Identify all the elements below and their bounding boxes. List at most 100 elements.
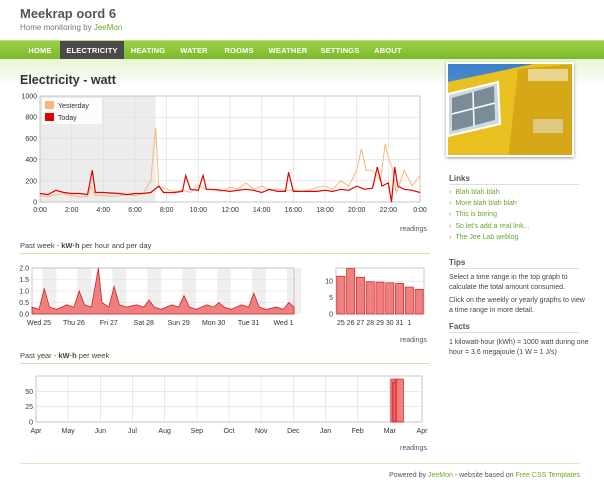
bar [356, 276, 365, 315]
week-heading-pre: Past week - [20, 241, 62, 250]
year-heading-pre: Past year - [20, 351, 59, 360]
footer: Powered by JeeMon - website based on Fre… [389, 472, 580, 479]
legend-label-yesterday: Yesterday [58, 103, 89, 110]
y-tick-label: 1.5 [19, 277, 29, 284]
nav-about[interactable]: ABOUT [366, 41, 410, 60]
nav-home[interactable]: HOME [20, 41, 60, 60]
sidebar-link-3[interactable]: › This is boring [449, 211, 497, 218]
x-tick-label: 1 [407, 320, 411, 327]
x-tick-label: 12:00 [221, 207, 239, 214]
x-tick-label: Nov [255, 428, 268, 435]
sidebar-link-5[interactable]: › The Jee Lab weblog [449, 234, 518, 241]
jeemon-link[interactable]: JeeMon [94, 23, 122, 32]
y-tick-label: 400 [25, 157, 37, 164]
week-heading-post: per hour and per day [79, 241, 152, 250]
bar [414, 289, 424, 315]
readings-label-1[interactable]: readings [400, 226, 427, 233]
week-rule [20, 253, 430, 254]
chart-year-weekly[interactable]: 0 25 50 Apr May Jun Jul Aug Sep Oct Nov Dec Jan Feb Ma… [14, 372, 434, 440]
year-heading-post: per week [76, 351, 110, 360]
bar [385, 282, 395, 315]
nav-weather[interactable]: WEATHER [262, 41, 314, 60]
x-tick-label: Sep [191, 428, 204, 435]
x-tick-label: Mon 30 [202, 320, 225, 327]
x-tick-label: Mar [384, 428, 397, 435]
x-tick-label: 27 [357, 320, 365, 327]
x-tick-label: 22:00 [380, 207, 398, 214]
facts-rule [449, 332, 579, 333]
x-tick-label: 26 [347, 320, 355, 327]
x-tick-label: Apr [31, 428, 43, 435]
y-tick-label: 0 [329, 312, 333, 319]
nav-rooms[interactable]: ROOMS [216, 41, 262, 60]
bar [365, 281, 375, 315]
site-subtitle: Home monitoring by JeeMon [20, 23, 122, 32]
building-photo-graphic [448, 64, 572, 155]
sidebar-link-label: More blah blah blah [455, 200, 517, 208]
bullet-icon: › [449, 200, 452, 208]
y-tick-label: 50 [25, 389, 33, 396]
facts-text: 1 kilowatt-hour (kWh) = 1000 watt during… [449, 339, 589, 356]
y-tick-label: 25 [25, 404, 33, 411]
links-rule [449, 184, 579, 185]
x-tick-label: Tue 31 [238, 320, 260, 327]
x-tick-label: 29 [376, 320, 384, 327]
x-tick-label: 18:00 [316, 207, 334, 214]
x-tick-label: 8:00 [160, 207, 174, 214]
nav-heating[interactable]: HEATING [124, 41, 172, 60]
week-heading-unit: kW·h [61, 241, 80, 250]
x-tick-label: Dec [287, 428, 300, 435]
chart-week-daily[interactable]: 0 5 10 25 26 27 28 29 30 31 1 [322, 264, 432, 330]
x-tick-label: Jan [320, 428, 331, 435]
nav-water[interactable]: WATER [172, 41, 216, 60]
x-tick-label: 4:00 [97, 207, 111, 214]
x-tick-label: Feb [352, 428, 364, 435]
tips-rule [449, 268, 579, 269]
readings-label-3[interactable]: readings [400, 445, 427, 452]
nav-electricity[interactable]: ELECTRICITY [60, 41, 124, 60]
x-tick-label: 16:00 [285, 207, 303, 214]
x-tick-label: 0:00 [33, 207, 47, 214]
y-tick-label: 10 [325, 279, 333, 286]
tip-1: Select a time range in the top graph to … [449, 274, 568, 291]
year-heading: Past year - kW·h per week [20, 351, 109, 360]
main-nav: HOME ELECTRICITY HEATING WATER ROOMS WEATHER S… [0, 40, 604, 60]
site-subtitle-text: Home monitoring by [20, 23, 94, 32]
bullet-icon: › [449, 222, 452, 230]
y-tick-label: 0.0 [19, 312, 29, 319]
footer-jeemon-link[interactable]: JeeMon [428, 472, 453, 479]
y-tick-label: 600 [25, 136, 37, 143]
footer-mid: - website based on [452, 472, 516, 479]
sidebar-link-label: Blah blah blah [455, 189, 500, 196]
sidebar-link-4[interactable]: › So let's add a real link... [449, 223, 529, 230]
x-tick-label: 28 [366, 320, 374, 327]
page-title: Electricity - watt [20, 73, 116, 87]
links-title: Links [449, 174, 470, 183]
header: Meekrap oord 6 Home monitoring by JeeMon [0, 0, 604, 40]
sidebar-link-label: So let's add a real link... [455, 222, 530, 230]
bar [336, 275, 346, 315]
bar [404, 286, 414, 315]
y-tick-label: 0 [33, 200, 37, 207]
x-tick-label: 31 [396, 320, 404, 327]
readings-label-2[interactable]: readings [400, 337, 427, 344]
x-tick-label: Sat 28 [134, 320, 154, 327]
bar [395, 283, 404, 315]
x-tick-label: Sun 29 [168, 320, 190, 327]
chart-today-yesterday[interactable]: 0 200 400 600 800 1000 0:00 2:00 4:00 6:00 8:00 10:… [14, 88, 434, 216]
x-tick-label: 14:00 [253, 207, 271, 214]
x-tick-label: 10:00 [190, 207, 208, 214]
sidebar-link-label: The Jee Lab weblog [455, 233, 519, 241]
x-tick-label: Jun [95, 428, 106, 435]
y-tick-label: 5 [329, 295, 333, 302]
chart-week-hourly[interactable]: 0.0 0.5 1.0 1.5 2.0 Wed 25 Thu 26 Fri 27 Sat 28 S… [14, 264, 304, 330]
footer-templates-link[interactable]: Free CSS Templates [516, 472, 580, 479]
x-tick-label: May [62, 428, 76, 435]
nav-settings[interactable]: SETTINGS [314, 41, 366, 60]
y-tick-label: 2.0 [19, 266, 29, 273]
sidebar-link-1[interactable]: › Blah blah blah [449, 189, 500, 196]
x-tick-label: Oct [224, 428, 235, 435]
x-tick-label: Apr [417, 428, 429, 435]
sidebar-link-2[interactable]: › More blah blah blah [449, 200, 517, 207]
x-tick-label: 6:00 [128, 207, 142, 214]
